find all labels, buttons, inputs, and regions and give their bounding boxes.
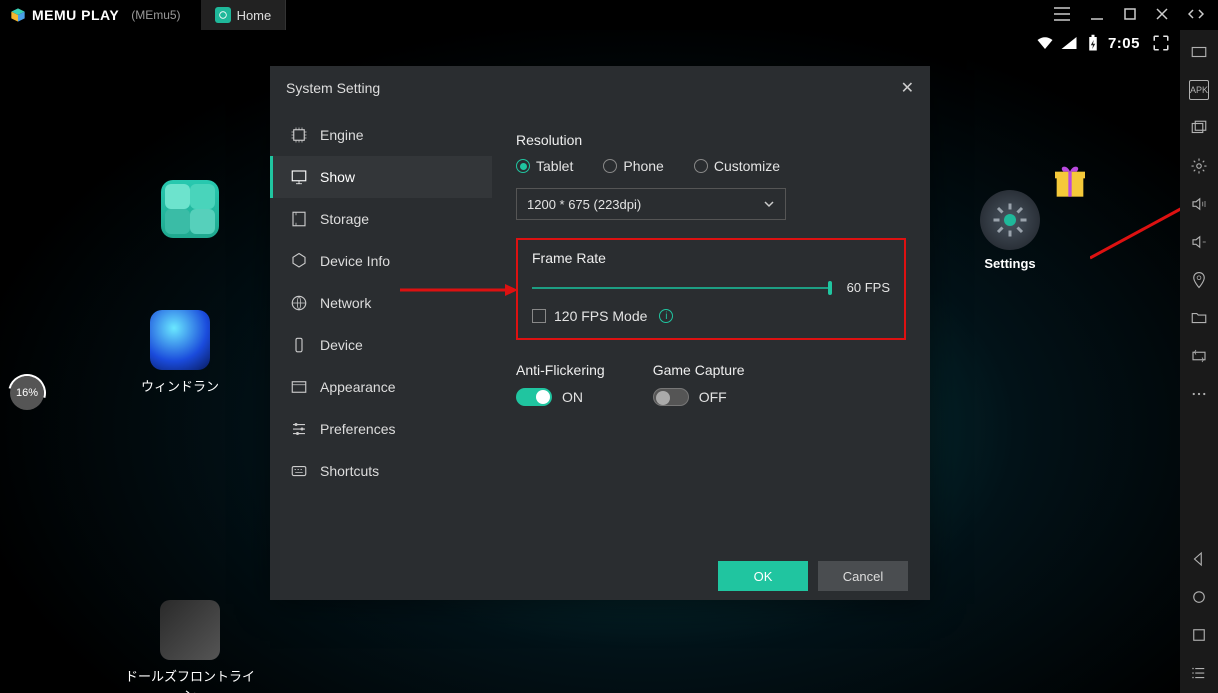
wifi-icon	[1036, 34, 1054, 52]
sidebar-item-shortcuts[interactable]: Shortcuts	[270, 450, 492, 492]
close-icon[interactable]	[1156, 8, 1168, 23]
fps120-label: 120 FPS Mode	[554, 308, 647, 324]
minimize-icon[interactable]	[1090, 7, 1104, 24]
multi-window-icon[interactable]	[1189, 118, 1209, 138]
title-bar: MEMU PLAY (MEmu5) Home	[0, 0, 1218, 30]
location-icon[interactable]	[1189, 270, 1209, 290]
game-capture-toggle[interactable]	[653, 388, 689, 406]
fps-label: 60 FPS	[847, 280, 890, 295]
volume-down-icon[interactable]	[1189, 232, 1209, 252]
android-status-bar: 7:05	[1026, 30, 1180, 56]
battery-icon	[1084, 34, 1102, 52]
dialog-header: System Setting ✕	[270, 66, 930, 110]
nav-back-icon[interactable]	[1189, 549, 1209, 569]
signal-icon	[1060, 34, 1078, 52]
desktop-icon-group[interactable]	[120, 180, 260, 238]
tab-home[interactable]: Home	[201, 0, 287, 30]
windrun-icon	[150, 310, 210, 370]
volume-up-icon[interactable]	[1189, 194, 1209, 214]
maximize-icon[interactable]	[1124, 8, 1136, 23]
ok-button[interactable]: OK	[718, 561, 808, 591]
resolution-value: 1200 * 675 (223dpi)	[527, 197, 641, 212]
annotation-arrow-right	[1090, 200, 1180, 260]
desktop-icon-settings[interactable]: Settings	[940, 190, 1080, 271]
progress-value: 16%	[16, 387, 38, 399]
fps-slider[interactable]: 60 FPS	[532, 278, 890, 298]
desktop-icon-windrun[interactable]: ウィンドラン	[110, 310, 250, 395]
instance-label: (MEmu5)	[131, 8, 180, 22]
dolls-label: ドールズフロントライン	[120, 666, 260, 693]
resolution-title: Resolution	[516, 132, 906, 148]
keymap-icon[interactable]	[1189, 42, 1209, 62]
desktop-icon-dolls[interactable]: ドールズフロントライン	[120, 600, 260, 693]
logo-cube-icon	[10, 7, 26, 23]
game-capture-state: OFF	[699, 389, 727, 405]
gift-icon[interactable]	[1050, 160, 1090, 200]
anti-flicker-title: Anti-Flickering	[516, 362, 605, 378]
fps120-checkbox[interactable]	[532, 309, 546, 323]
more-icon[interactable]	[1189, 384, 1209, 404]
folder-icon[interactable]	[1189, 308, 1209, 328]
fullscreen-icon[interactable]	[1152, 34, 1170, 52]
sidebar-item-engine[interactable]: Engine	[270, 114, 492, 156]
nav-list-icon[interactable]	[1189, 663, 1209, 683]
dialog-sidebar: Engine Show Storage Device Info Network …	[270, 110, 492, 552]
info-icon[interactable]: i	[659, 309, 673, 323]
sidebar-item-show[interactable]: Show	[270, 156, 492, 198]
settings-dialog: System Setting ✕ Engine Show Storage Dev…	[270, 66, 930, 600]
settings-gear-icon	[980, 190, 1040, 250]
windrun-label: ウィンドラン	[141, 376, 219, 395]
progress-widget[interactable]: 16%	[10, 376, 44, 410]
dolls-icon	[160, 600, 220, 660]
radio-tablet[interactable]: Tablet	[516, 158, 573, 174]
nav-recent-icon[interactable]	[1189, 625, 1209, 645]
sidebar-item-device-info[interactable]: Device Info	[270, 240, 492, 282]
sidebar-item-device[interactable]: Device	[270, 324, 492, 366]
game-capture-title: Game Capture	[653, 362, 745, 378]
rotate-icon[interactable]	[1189, 346, 1209, 366]
right-toolbar: APK	[1180, 30, 1218, 693]
frame-rate-section: Frame Rate 60 FPS 120 FPS Mode i	[516, 238, 906, 340]
dialog-content: Resolution Tablet Phone Customize 1200 *…	[492, 110, 930, 552]
clock: 7:05	[1108, 35, 1140, 52]
radio-phone[interactable]: Phone	[603, 158, 663, 174]
app-logo: MEMU PLAY (MEmu5)	[0, 7, 191, 23]
sidebar-item-network[interactable]: Network	[270, 282, 492, 324]
anti-flicker-toggle[interactable]	[516, 388, 552, 406]
apk-icon[interactable]: APK	[1189, 80, 1209, 100]
frame-rate-title: Frame Rate	[532, 250, 890, 266]
app-folder-icon	[161, 180, 219, 238]
radio-customize[interactable]: Customize	[694, 158, 780, 174]
tab-label: Home	[237, 8, 272, 23]
dialog-footer: OK Cancel	[270, 552, 930, 600]
chevron-down-icon	[763, 198, 775, 210]
gear-icon[interactable]	[1189, 156, 1209, 176]
resolution-radio-row: Tablet Phone Customize	[516, 158, 906, 174]
anti-flicker-state: ON	[562, 389, 583, 405]
settings-label: Settings	[984, 256, 1035, 271]
sidebar-item-appearance[interactable]: Appearance	[270, 366, 492, 408]
sidebar-item-storage[interactable]: Storage	[270, 198, 492, 240]
app-name: MEMU PLAY	[32, 7, 119, 23]
dialog-close-icon[interactable]: ✕	[901, 78, 914, 98]
dialog-title: System Setting	[286, 80, 380, 96]
expand-icon[interactable]	[1188, 8, 1204, 23]
nav-home-icon[interactable]	[1189, 587, 1209, 607]
hamburger-icon[interactable]	[1054, 7, 1070, 24]
emulator-desktop: 7:05 ウィンドラン ドールズフロントライン Settings 16% Sys…	[0, 30, 1180, 693]
home-icon	[215, 7, 231, 23]
cancel-button[interactable]: Cancel	[818, 561, 908, 591]
resolution-select[interactable]: 1200 * 675 (223dpi)	[516, 188, 786, 220]
window-controls	[1040, 7, 1218, 24]
sidebar-item-preferences[interactable]: Preferences	[270, 408, 492, 450]
